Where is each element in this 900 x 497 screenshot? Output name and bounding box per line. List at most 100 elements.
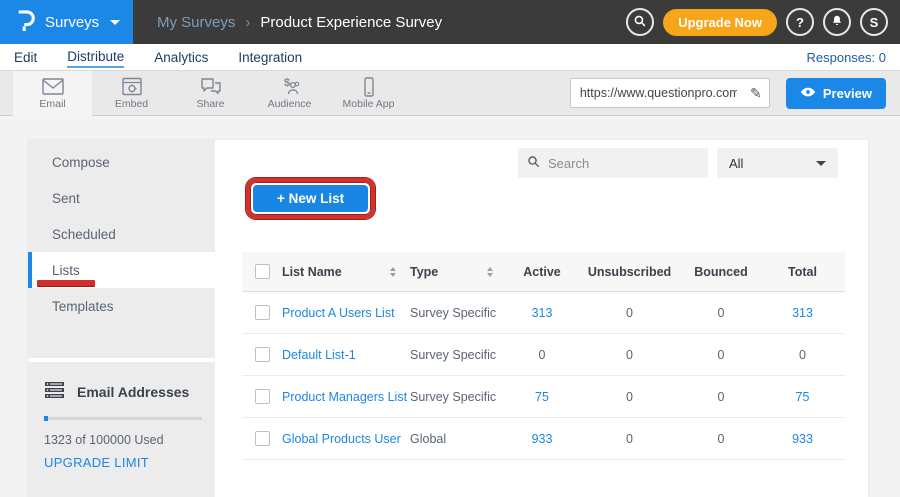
list-name-link[interactable]: Default List-1 — [282, 348, 410, 362]
search-input[interactable] — [548, 156, 724, 171]
email-addresses-title: Email Addresses — [77, 384, 189, 400]
breadcrumb: My Surveys › Product Experience Survey — [157, 14, 626, 31]
search-icon — [527, 155, 540, 171]
breadcrumb-my-surveys[interactable]: My Surveys — [157, 14, 235, 31]
channel-share[interactable]: Share — [171, 71, 250, 116]
unsubscribed-count: 0 — [577, 306, 682, 320]
email-usage-text: 1323 of 100000 Used — [44, 433, 199, 447]
mobile-app-icon — [357, 77, 381, 97]
bounced-count: 0 — [682, 432, 760, 446]
sidebar-menu: Compose Sent Scheduled Lists Templates — [28, 140, 215, 358]
table-header-row: List Name Type Active Unsubscribed Bounc… — [242, 252, 845, 292]
upgrade-now-button[interactable]: Upgrade Now — [663, 9, 777, 36]
edit-url-pencil-icon[interactable]: ✎ — [743, 79, 769, 107]
table-row: Global Products User Global 933 0 0 933 — [242, 418, 845, 460]
list-name-link[interactable]: Product A Users List — [282, 306, 410, 320]
survey-url-input[interactable] — [571, 79, 743, 107]
survey-tab-bar: Edit Distribute Analytics Integration Re… — [0, 44, 900, 71]
preview-button[interactable]: Preview — [786, 78, 886, 109]
channel-email[interactable]: Email — [13, 71, 92, 116]
channel-embed[interactable]: Embed — [92, 71, 171, 116]
email-addresses-panel: Email Addresses 1323 of 100000 Used UPGR… — [28, 362, 215, 497]
distribute-toolbar: Email Embed Share $ Audience Mobile App — [0, 71, 900, 116]
total-count: 0 — [760, 348, 845, 362]
active-count-link[interactable]: 75 — [507, 390, 577, 404]
sort-icon[interactable] — [390, 267, 396, 277]
total-count-link[interactable]: 75 — [760, 390, 845, 404]
breadcrumb-separator: › — [245, 14, 250, 31]
list-type: Survey Specific — [410, 306, 507, 320]
unsubscribed-count: 0 — [577, 390, 682, 404]
unsubscribed-count: 0 — [577, 432, 682, 446]
tab-integration[interactable]: Integration — [238, 47, 302, 67]
lists-table: List Name Type Active Unsubscribed Bounc… — [242, 252, 845, 460]
bounced-count: 0 — [682, 390, 760, 404]
app-logo[interactable]: Surveys — [0, 0, 133, 44]
column-header-total: Total — [760, 265, 845, 279]
lists-main-area: All + New List List Name Type — [215, 140, 868, 497]
sort-icon[interactable] — [487, 267, 493, 277]
row-checkbox[interactable] — [255, 347, 270, 362]
sidebar-item-sent[interactable]: Sent — [28, 180, 215, 216]
search-button[interactable] — [626, 8, 654, 36]
bell-icon — [830, 14, 844, 31]
filter-selected-value: All — [729, 156, 816, 171]
audience-icon: $ — [278, 77, 302, 97]
new-list-annotation-ring: + New List — [246, 178, 375, 219]
row-checkbox[interactable] — [255, 305, 270, 320]
questionpro-logo-icon — [16, 9, 36, 36]
lists-annotation-underline — [37, 280, 95, 286]
list-type: Survey Specific — [410, 348, 507, 362]
column-header-type[interactable]: Type — [410, 265, 507, 279]
sidebar-item-scheduled[interactable]: Scheduled — [28, 216, 215, 252]
unsubscribed-count: 0 — [577, 348, 682, 362]
column-header-bounced: Bounced — [682, 265, 760, 279]
chevron-down-icon — [816, 161, 826, 166]
list-type: Global — [410, 432, 507, 446]
column-header-list-name[interactable]: List Name — [282, 265, 410, 279]
list-name-link[interactable]: Global Products User — [282, 432, 410, 446]
tab-analytics[interactable]: Analytics — [154, 47, 208, 67]
search-icon — [633, 14, 647, 31]
tab-distribute[interactable]: Distribute — [67, 46, 124, 68]
upgrade-limit-link[interactable]: UPGRADE LIMIT — [44, 455, 199, 470]
content-card: Compose Sent Scheduled Lists Templates E… — [28, 140, 868, 497]
breadcrumb-current-survey: Product Experience Survey — [260, 14, 442, 31]
notifications-button[interactable] — [823, 8, 851, 36]
svg-text:$: $ — [284, 77, 290, 89]
help-button[interactable]: ? — [786, 8, 814, 36]
tab-edit[interactable]: Edit — [14, 47, 37, 67]
channel-audience[interactable]: $ Audience — [250, 71, 329, 116]
table-row: Product Managers List Survey Specific 75… — [242, 376, 845, 418]
row-checkbox[interactable] — [255, 431, 270, 446]
bounced-count: 0 — [682, 306, 760, 320]
active-count-link[interactable]: 313 — [507, 306, 577, 320]
sidebar-item-templates[interactable]: Templates — [28, 288, 215, 324]
total-count-link[interactable]: 313 — [760, 306, 845, 320]
embed-icon — [121, 77, 143, 97]
email-icon — [41, 77, 65, 97]
user-avatar[interactable]: S — [860, 8, 888, 36]
table-row: Product A Users List Survey Specific 313… — [242, 292, 845, 334]
channel-list: Email Embed Share $ Audience Mobile App — [13, 71, 408, 116]
new-list-button[interactable]: + New List — [253, 185, 368, 212]
total-count-link[interactable]: 933 — [760, 432, 845, 446]
eye-icon — [800, 86, 816, 101]
active-count-link[interactable]: 933 — [507, 432, 577, 446]
active-count: 0 — [507, 348, 577, 362]
chevron-down-icon — [110, 20, 120, 25]
column-header-unsubscribed: Unsubscribed — [577, 265, 682, 279]
sidebar-item-compose[interactable]: Compose — [28, 144, 215, 180]
list-type-filter-dropdown[interactable]: All — [717, 148, 838, 178]
email-sidebar: Compose Sent Scheduled Lists Templates E… — [28, 140, 215, 497]
row-checkbox[interactable] — [255, 389, 270, 404]
table-row: Default List-1 Survey Specific 0 0 0 0 — [242, 334, 845, 376]
email-usage-progressbar — [44, 417, 202, 420]
list-name-link[interactable]: Product Managers List — [282, 390, 410, 404]
list-search-box — [518, 148, 708, 178]
channel-mobile-app[interactable]: Mobile App — [329, 71, 408, 116]
list-type: Survey Specific — [410, 390, 507, 404]
select-all-checkbox[interactable] — [255, 264, 270, 279]
email-addresses-icon — [44, 381, 65, 402]
bounced-count: 0 — [682, 348, 760, 362]
